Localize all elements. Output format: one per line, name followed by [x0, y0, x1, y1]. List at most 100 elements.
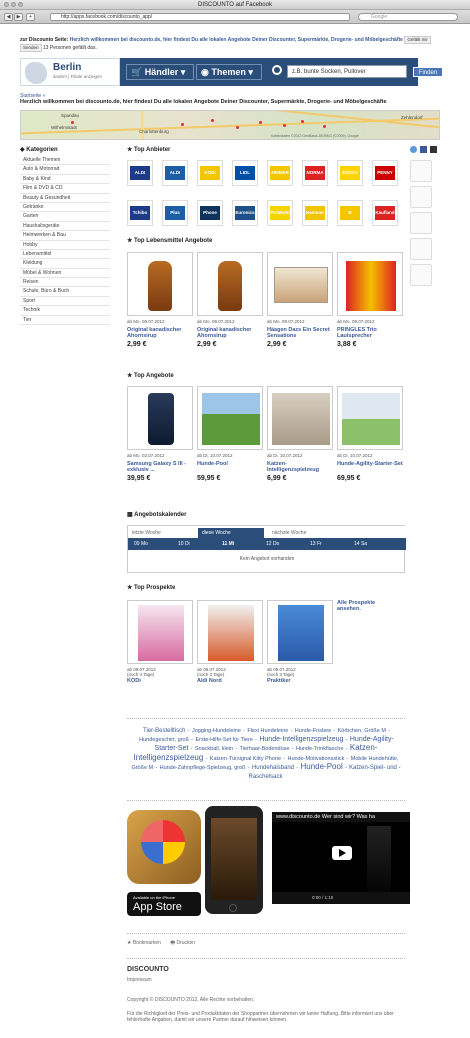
- browser-search-field[interactable]: Google: [358, 13, 458, 21]
- circles-icon[interactable]: [410, 238, 432, 260]
- tag-link[interactable]: Flexi Hundeleine: [247, 728, 288, 734]
- facebook-icon[interactable]: [420, 146, 427, 153]
- find-button[interactable]: Finden: [413, 67, 443, 77]
- tab-last-week[interactable]: letzte Woche: [128, 528, 198, 538]
- dealer-logo[interactable]: ALDI: [127, 160, 153, 186]
- forward-icon[interactable]: ▶: [14, 13, 23, 21]
- dealer-logo[interactable]: EDEKA: [337, 160, 363, 186]
- prospect-image[interactable]: [267, 600, 333, 664]
- dealer-logo[interactable]: Phone House: [197, 200, 223, 229]
- tag-link[interactable]: Erste-Hilfe-Set für Tiere: [195, 737, 252, 743]
- tab-this-week[interactable]: diese Woche: [198, 528, 264, 538]
- product-image[interactable]: [197, 386, 263, 450]
- disc-icon[interactable]: [410, 212, 432, 234]
- tag-link[interactable]: Hunde-Zahnpflege-Spielzeug, groß: [160, 765, 246, 771]
- back-icon[interactable]: ◀: [4, 13, 13, 21]
- product-image[interactable]: [197, 252, 263, 316]
- impressum-link[interactable]: Impressum: [127, 977, 405, 983]
- app-store-badge[interactable]: Available on the iPhone App Store: [127, 892, 201, 916]
- themes-nav-button[interactable]: ◉ Themen ▾: [196, 64, 262, 80]
- city-selector[interactable]: Berlin ändern | Filiale anzeigen: [20, 58, 120, 86]
- tag-link[interactable]: Tier-Bestelltisch: [143, 728, 185, 734]
- product-card[interactable]: ab Mo. 02.07.2012 Samsung Galaxy S III - …: [127, 386, 193, 484]
- prospect-name[interactable]: Praktiker: [267, 678, 337, 684]
- zoom-window-icon[interactable]: [18, 2, 23, 7]
- product-card[interactable]: ab Mo. 09.07.2012 PRINGLES Trio Lautsprec…: [337, 252, 403, 350]
- product-name[interactable]: Katzen-Intelligenzspielzeug: [267, 461, 337, 473]
- send-button[interactable]: Senden: [20, 44, 42, 52]
- product-card[interactable]: ab Di. 10.07.2012 Hunde-Pool 59,95 €: [197, 386, 263, 484]
- dealer-logo[interactable]: ProMarkt: [267, 200, 293, 226]
- category-item[interactable]: Film & DVD & CD: [20, 184, 110, 194]
- discounto-app-icon[interactable]: [127, 810, 201, 884]
- category-item[interactable]: Möbel & Wohnen: [20, 269, 110, 279]
- tag-link[interactable]: Hundegeschirr, groß: [139, 737, 189, 743]
- map-pin[interactable]: [211, 119, 214, 122]
- tag-link[interactable]: Hunde-Trinkflasche: [296, 746, 343, 752]
- print-link[interactable]: Drucken: [176, 940, 195, 946]
- calendar-day[interactable]: 10 Di: [178, 538, 190, 550]
- tag-link[interactable]: Hunde-Pool: [300, 762, 342, 771]
- category-item[interactable]: Haushaltsgeräte: [20, 222, 110, 232]
- dealer-logo[interactable]: ZIMMER: [267, 160, 293, 186]
- product-card[interactable]: ab Di. 10.07.2012 Katzen-Intelligenzspiel…: [267, 386, 333, 484]
- product-name[interactable]: Häagen Dazs Ein Secret Sensations: [267, 327, 337, 339]
- product-name[interactable]: Samsung Galaxy S III - exklusiv ...: [127, 461, 197, 473]
- tag-link[interactable]: Tierhaar-Bodendüse: [240, 746, 290, 752]
- tag-link[interactable]: Hunde-Motivationsstick: [287, 756, 344, 762]
- category-item[interactable]: Lebensmittel: [20, 250, 110, 260]
- product-image[interactable]: [267, 386, 333, 450]
- tag-link[interactable]: Körbchen, Größe M: [338, 728, 386, 734]
- video-player[interactable]: www.discounto.de Wer sind wir? Was ha 0:…: [272, 812, 410, 904]
- coins-icon[interactable]: [410, 264, 432, 286]
- prospect-name[interactable]: Aldi Nord: [197, 678, 267, 684]
- dealers-nav-button[interactable]: 🛒 Händler ▾: [126, 64, 194, 80]
- dealer-logo[interactable]: Hammer: [302, 200, 328, 226]
- category-item[interactable]: Technik: [20, 306, 110, 316]
- category-item[interactable]: Kleidung: [20, 259, 110, 269]
- calendar-day[interactable]: 12 Do: [266, 538, 279, 550]
- map-pin[interactable]: [259, 121, 262, 124]
- dealer-logo[interactable]: Tchibo: [127, 200, 153, 226]
- product-name[interactable]: Hunde-Agility-Starter-Set: [337, 461, 407, 467]
- all-prospects-link[interactable]: Alle Prospekte ansehen.: [337, 600, 397, 612]
- category-item[interactable]: Schule, Büro & Buch: [20, 287, 110, 297]
- category-item[interactable]: Getränke: [20, 203, 110, 213]
- fb-headline-link[interactable]: Herzlich willkommen bei discounto.de, hi…: [70, 37, 403, 43]
- product-search-input[interactable]: z.B. bunte Socken, Pullover: [287, 65, 407, 78]
- product-image[interactable]: [127, 252, 193, 316]
- store-map[interactable]: Spandau Charlottenburg Wilhelmstadt Zehl…: [20, 110, 440, 140]
- category-item[interactable]: Garten: [20, 212, 110, 222]
- product-image[interactable]: [267, 252, 333, 316]
- calendar-day[interactable]: 13 Fr: [310, 538, 322, 550]
- product-name[interactable]: Hunde-Pool: [197, 461, 267, 467]
- product-image[interactable]: [337, 252, 403, 316]
- category-item[interactable]: Heimwerken & Bau: [20, 231, 110, 241]
- tag-link[interactable]: Katzen-Türsignal Kitty Phone: [210, 756, 281, 762]
- map-pin[interactable]: [323, 125, 326, 128]
- calendar-day[interactable]: 09 Mo: [134, 538, 148, 550]
- dealer-logo[interactable]: Kaufland: [372, 200, 398, 226]
- category-item[interactable]: Auto & Motorrad: [20, 165, 110, 175]
- dealer-logo[interactable]: Euronics: [232, 200, 258, 226]
- globe-icon[interactable]: [410, 146, 417, 153]
- dealer-logo[interactable]: LIDL: [232, 160, 258, 186]
- calendar-day[interactable]: 14 Sa: [354, 538, 367, 550]
- product-name[interactable]: Original kanadischer Ahornsirup: [127, 327, 197, 339]
- map-pin[interactable]: [181, 123, 184, 126]
- prospect-card[interactable]: ab 09.07.2012 (noch 4 Tage) KODi: [127, 600, 193, 692]
- prospect-card[interactable]: ab 09.07.2012 (noch 3 Tage) Aldi Nord: [197, 600, 263, 692]
- prospect-card[interactable]: ab 09.07.2012 (noch 3 Tage) Praktiker: [267, 600, 333, 692]
- list-icon[interactable]: [410, 160, 432, 182]
- dealer-logo[interactable]: B: [337, 200, 363, 226]
- prospect-image[interactable]: [127, 600, 193, 664]
- product-card[interactable]: ab Mo. 09.07.2012 Original kanadischer Ah…: [197, 252, 263, 350]
- category-item[interactable]: Hobby: [20, 241, 110, 250]
- category-item[interactable]: Sport: [20, 297, 110, 307]
- prospect-name[interactable]: KODi: [127, 678, 197, 684]
- product-card[interactable]: ab Di. 10.07.2012 Hunde-Agility-Starter-S…: [337, 386, 403, 484]
- category-item[interactable]: Reisen: [20, 278, 110, 288]
- category-item[interactable]: Baby & Kind: [20, 175, 110, 185]
- grid-icon[interactable]: [410, 186, 432, 208]
- product-card[interactable]: ab Mo. 09.07.2012 Original kanadischer Ah…: [127, 252, 193, 350]
